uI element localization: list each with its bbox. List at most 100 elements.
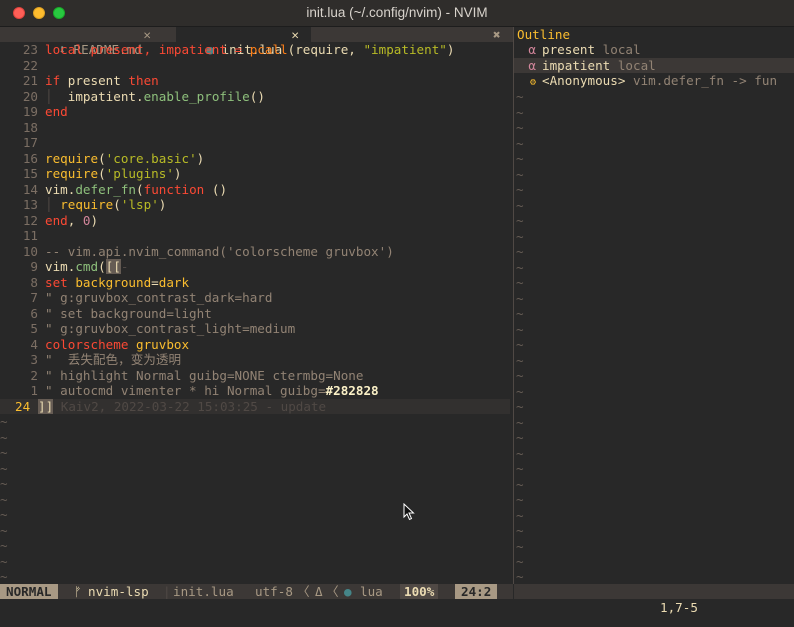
code-line[interactable]: 2 " highlight Normal guibg=NONE ctermbg=N… [0,368,510,384]
line-number: 12 [22,212,38,228]
outline-item-present[interactable]: α present local [514,42,794,58]
code-line[interactable]: 17 [0,135,510,151]
code-text: #282828 [325,383,379,398]
eob-tilde: ~ [0,429,8,445]
outline-item-impatient[interactable]: α impatient local [514,57,794,73]
code-text: local present, impatient = [45,42,250,57]
code-text: 'lsp' [120,197,159,212]
code-text: 'core.basic' [105,150,197,166]
eob-tilde: ~ [516,228,524,244]
code-text: impatient. [67,88,144,104]
outline-item-detail: vim.defer_fn -> fun [625,73,778,88]
code-line[interactable]: 8 set background=dark [0,275,510,291]
eob-tilde: ~ [0,445,8,460]
variable-icon: α [528,57,536,73]
variable-icon: α [528,42,536,57]
line-number: 15 [22,166,38,181]
eob-tilde: ~ [0,522,8,538]
code-line[interactable]: 9 vim.cmd([[- [0,259,510,275]
code-text: vim. [45,181,76,197]
outline-item-name: present [542,42,596,57]
code-text: require [45,166,99,181]
line-number: 5 [30,321,38,336]
line-number: 13 [22,197,38,212]
outline-item-name: impatient [542,57,611,73]
cursor-position: 24:2 [455,584,498,599]
editor-pane[interactable]: 23 local present, impatient = pcall(requi… [0,42,513,584]
line-number: 7 [30,290,38,305]
line-number: 6 [30,305,38,321]
eob-tilde: ~ [516,306,524,321]
tab-close-icon[interactable]: ✕ [143,27,151,42]
code-line[interactable]: 6 " set background=light [0,306,510,322]
eob-tilde: ~ [516,445,524,461]
eob-tilde: ~ [516,135,524,151]
eob-tilde: ~ [0,476,8,491]
git-branch-icon: ᚠ [74,584,82,599]
statusline: NORMAL ᚠ nvim-lsp | init.lua utf-8 〈 Δ 〈… [0,584,513,599]
matched-bracket: [[ [105,259,121,274]
line-number: 4 [30,336,38,352]
line-number: 24 [15,398,31,414]
code-text: function [143,181,205,197]
line-number: 9 [30,259,38,274]
tab-readme[interactable]: ⬇ README.md ✕ [28,27,163,57]
code-text: ) [90,212,99,228]
outline-item-detail: local [595,42,641,57]
code-line[interactable]: 20 │ impatient.enable_profile() [0,89,510,105]
code-line[interactable]: 14 vim.defer_fn(function () [0,182,510,198]
command-line[interactable]: 1,7-5 [0,599,794,627]
code-line[interactable]: 18 [0,120,510,136]
eob-tilde: ~ [516,523,524,538]
line-number: 3 [30,352,38,367]
code-line[interactable]: 5 " g:gruvbox_contrast_light=medium [0,321,510,337]
code-text: if [45,73,61,88]
delta-icon: Δ [315,584,323,599]
code-line[interactable]: 15 require('plugins') [0,166,510,182]
code-line[interactable]: 13 │ require('lsp') [0,197,510,213]
eob-tilde: ~ [516,476,524,492]
eob-tilde: ~ [516,197,524,213]
code-line[interactable]: 22 [0,58,510,74]
code-line[interactable]: 10 -- vim.api.nvim_command('colorscheme g… [0,244,510,260]
code-text: then [128,73,159,88]
code-text: colorscheme [45,336,129,352]
eob-tilde: ~ [0,491,8,507]
ruler: 1,7-5 [660,600,698,615]
code-text: 'plugins' [105,166,174,181]
code-line[interactable]: 7 " g:gruvbox_contrast_dark=hard [0,290,510,306]
code-comment: " g:gruvbox_contrast_dark=hard [45,290,273,305]
git-branch: nvim-lsp [88,584,149,599]
outline-item-name: <Anonymous> [542,73,626,88]
code-line[interactable]: 23 local present, impatient = pcall(requi… [0,42,510,58]
tab-init-lua[interactable]: ● init.lua ✕ [176,27,311,57]
code-text: 0 [82,212,91,228]
window-titlebar: init.lua (~/.config/nvim) - NVIM [0,0,794,27]
eob-tilde: ~ [0,553,8,569]
code-line[interactable]: 1 " autocmd vimenter * hi Normal guibg=#2… [0,383,510,399]
outline-pane[interactable]: Outline α present local α impatient local … [514,27,794,584]
close-all-icon[interactable]: ✖ [493,27,501,42]
current-line[interactable]: 24]] Kaiv2, 2022-03-22 15:03:25 - update [0,398,510,414]
matched-bracket: ]] [38,398,54,414]
line-number: 17 [22,135,38,150]
code-line[interactable]: 4 colorscheme gruvbox [0,337,510,353]
eob-tilde: ~ [516,89,524,104]
code-line[interactable]: 11 [0,228,510,244]
code-line[interactable]: 3 " 丢失配色，变为透明 [0,352,510,368]
code-text: dark [158,274,190,290]
code-text: require [60,197,114,212]
eob-tilde: ~ [516,290,524,306]
code-line[interactable]: 12 end, 0) [0,213,510,229]
code-line[interactable]: 16 require('core.basic') [0,151,510,167]
eob-tilde: ~ [0,569,8,584]
lua-file-icon: ● [344,584,352,599]
eob-tilde: ~ [516,430,524,445]
tab-close-icon[interactable]: ✕ [291,27,299,42]
eob-tilde: ~ [516,259,524,275]
code-line[interactable]: 21 if present then [0,73,510,89]
line-number: 14 [22,181,38,197]
outline-item-anonymous[interactable]: ⚙ <Anonymous> vim.defer_fn -> fun [514,73,794,89]
code-text: defer_fn [75,181,137,197]
code-line[interactable]: 19 end [0,104,510,120]
